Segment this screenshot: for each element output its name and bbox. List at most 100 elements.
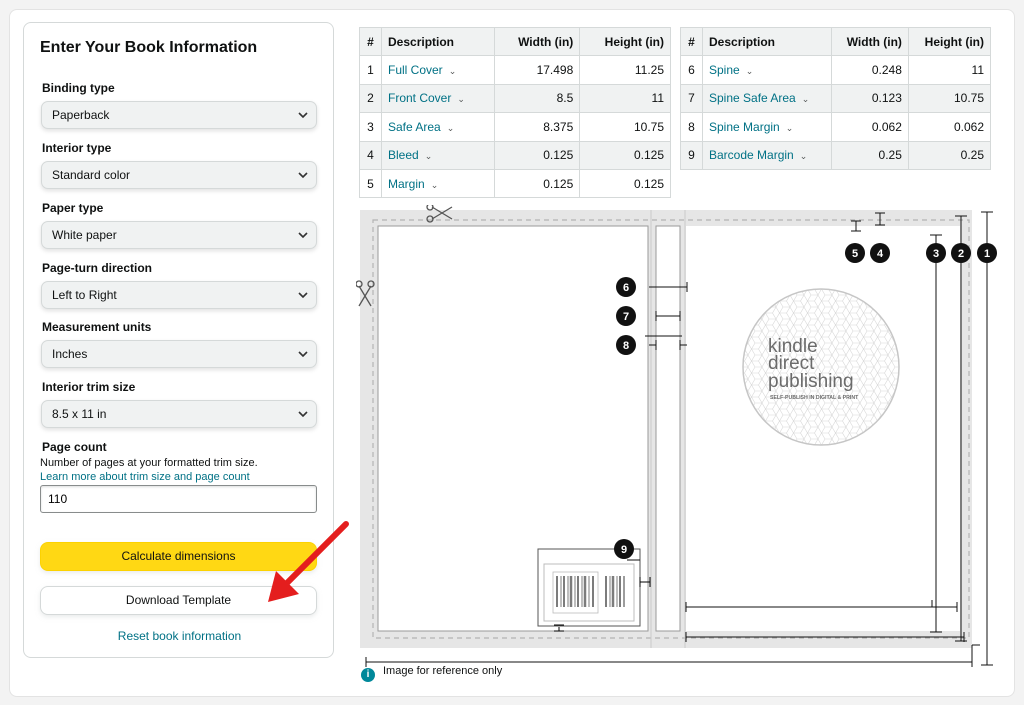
- row-num: 6: [680, 55, 703, 85]
- diagram-caption: i Image for reference only: [361, 665, 502, 682]
- marker-9: 9: [614, 539, 634, 559]
- row-desc-label: Spine Safe Area: [709, 91, 796, 106]
- row-desc-toggle[interactable]: Spine Safe Area ⌄: [702, 83, 832, 114]
- col-width-header: Width (in): [493, 26, 581, 57]
- dimensions-table-right: # Description Width (in) Height (in) 6 S…: [680, 26, 992, 170]
- table-header-row: # Description Width (in) Height (in): [359, 26, 671, 57]
- table-row: 3 Safe Area ⌄ 8.375 10.75: [359, 112, 671, 142]
- table-row: 7 Spine Safe Area ⌄ 0.123 10.75: [680, 83, 992, 114]
- paper-type-label: Paper type: [42, 201, 104, 215]
- table-row: 2 Front Cover ⌄ 8.5 11: [359, 83, 671, 114]
- chevron-down-icon: [298, 112, 308, 119]
- row-num: 5: [359, 168, 382, 199]
- trim-size-help-link[interactable]: Learn more about trim size and page coun…: [40, 471, 250, 483]
- row-height: 0.25: [907, 140, 992, 170]
- row-desc-label: Bleed: [388, 148, 419, 163]
- row-width: 8.5: [493, 83, 581, 114]
- col-height-header: Height (in): [579, 26, 671, 57]
- row-num: 7: [680, 83, 703, 114]
- chevron-down-icon: ⌄: [430, 179, 439, 190]
- binding-type-label: Binding type: [42, 81, 115, 95]
- interior-type-select[interactable]: Standard color: [41, 161, 317, 189]
- row-width: 0.248: [830, 55, 909, 85]
- row-desc-label: Safe Area: [388, 119, 441, 134]
- page-turn-label: Page-turn direction: [42, 261, 153, 275]
- chevron-down-icon: ⌄: [799, 151, 808, 162]
- row-height: 10.75: [907, 83, 992, 114]
- paper-type-select[interactable]: White paper: [41, 221, 317, 249]
- col-desc-header: Description: [702, 26, 832, 57]
- chevron-down-icon: ⌄: [457, 94, 465, 105]
- row-height: 10.75: [579, 112, 671, 142]
- logo-tagline: SELF-PUBLISH IN DIGITAL & PRINT: [770, 395, 859, 401]
- row-desc-toggle[interactable]: Margin ⌄: [381, 168, 495, 199]
- chevron-down-icon: ⌄: [448, 66, 457, 77]
- marker-6: 6: [616, 277, 636, 297]
- chevron-down-icon: [298, 232, 308, 239]
- row-desc-label: Spine Margin: [709, 119, 780, 134]
- marker-5: 5: [845, 243, 865, 263]
- trim-size-value: 8.5 x 11 in: [52, 407, 107, 421]
- row-desc-toggle[interactable]: Bleed ⌄: [381, 140, 495, 170]
- row-width: 0.125: [493, 140, 581, 170]
- row-height: 0.125: [579, 168, 671, 199]
- svg-text:9: 9: [621, 544, 627, 556]
- chevron-down-icon: ⌄: [785, 122, 794, 133]
- chevron-down-icon: ⌄: [424, 151, 433, 162]
- table-row: 6 Spine ⌄ 0.248 11: [680, 55, 992, 85]
- measurement-units-value: Inches: [52, 347, 88, 361]
- row-num: 8: [680, 112, 703, 142]
- page-count-help: Number of pages at your formatted trim s…: [40, 457, 258, 469]
- interior-type-value: Standard color: [52, 168, 131, 182]
- binding-type-select[interactable]: Paperback: [41, 101, 317, 129]
- row-width: 8.375: [493, 112, 581, 142]
- row-desc-toggle[interactable]: Spine Margin ⌄: [702, 112, 832, 142]
- binding-type-value: Paperback: [52, 108, 110, 122]
- table-row: 1 Full Cover ⌄ 17.498 11.25: [359, 55, 671, 85]
- chevron-down-icon: [298, 172, 308, 179]
- row-num: 2: [359, 83, 382, 114]
- chevron-down-icon: ⌄: [745, 66, 754, 77]
- barcode-box: [537, 548, 651, 632]
- row-desc-toggle[interactable]: Full Cover ⌄: [381, 55, 495, 85]
- chevron-down-icon: ⌄: [801, 94, 810, 105]
- measurement-units-select[interactable]: Inches: [41, 340, 317, 368]
- row-width: 0.25: [830, 140, 909, 170]
- page-count-label: Page count: [42, 440, 107, 454]
- cover-template-diagram: kindle direct publishing SELF-PUBLISH IN…: [356, 205, 997, 667]
- row-num: 9: [680, 140, 703, 170]
- table-row: 5 Margin ⌄ 0.125 0.125: [359, 168, 671, 199]
- trim-size-select[interactable]: 8.5 x 11 in: [41, 400, 317, 428]
- svg-text:3: 3: [933, 248, 939, 260]
- annotation-arrow-icon: [268, 521, 349, 602]
- row-height: 0.125: [579, 140, 671, 170]
- page-count-input[interactable]: [40, 485, 317, 513]
- chevron-down-icon: [298, 292, 308, 299]
- row-num: 3: [359, 112, 382, 142]
- row-width: 0.062: [830, 112, 909, 142]
- reset-book-info-link[interactable]: Reset book information: [24, 629, 335, 643]
- chevron-down-icon: [298, 351, 308, 358]
- svg-text:8: 8: [623, 340, 629, 352]
- page-turn-select[interactable]: Left to Right: [41, 281, 317, 309]
- row-height: 11: [579, 83, 671, 114]
- form-title: Enter Your Book Information: [40, 39, 258, 56]
- table-header-row: # Description Width (in) Height (in): [680, 26, 992, 57]
- dimensions-table-left: # Description Width (in) Height (in) 1 F…: [359, 26, 671, 199]
- svg-text:4: 4: [877, 248, 884, 260]
- svg-text:1: 1: [984, 248, 990, 260]
- row-desc-label: Front Cover: [388, 91, 452, 106]
- row-desc-toggle[interactable]: Front Cover ⌄: [381, 83, 495, 114]
- row-desc-toggle[interactable]: Barcode Margin ⌄: [702, 140, 832, 170]
- interior-type-label: Interior type: [42, 141, 112, 155]
- row-width: 0.125: [493, 168, 581, 199]
- col-desc-header: Description: [381, 26, 495, 57]
- table-row: 8 Spine Margin ⌄ 0.062 0.062: [680, 112, 992, 142]
- table-row: 9 Barcode Margin ⌄ 0.25 0.25: [680, 140, 992, 170]
- row-desc-toggle[interactable]: Spine ⌄: [702, 55, 832, 85]
- chevron-down-icon: [298, 411, 308, 418]
- info-icon: i: [361, 668, 375, 682]
- row-desc-toggle[interactable]: Safe Area ⌄: [381, 112, 495, 142]
- row-num: 4: [359, 140, 382, 170]
- measurement-units-label: Measurement units: [42, 320, 152, 334]
